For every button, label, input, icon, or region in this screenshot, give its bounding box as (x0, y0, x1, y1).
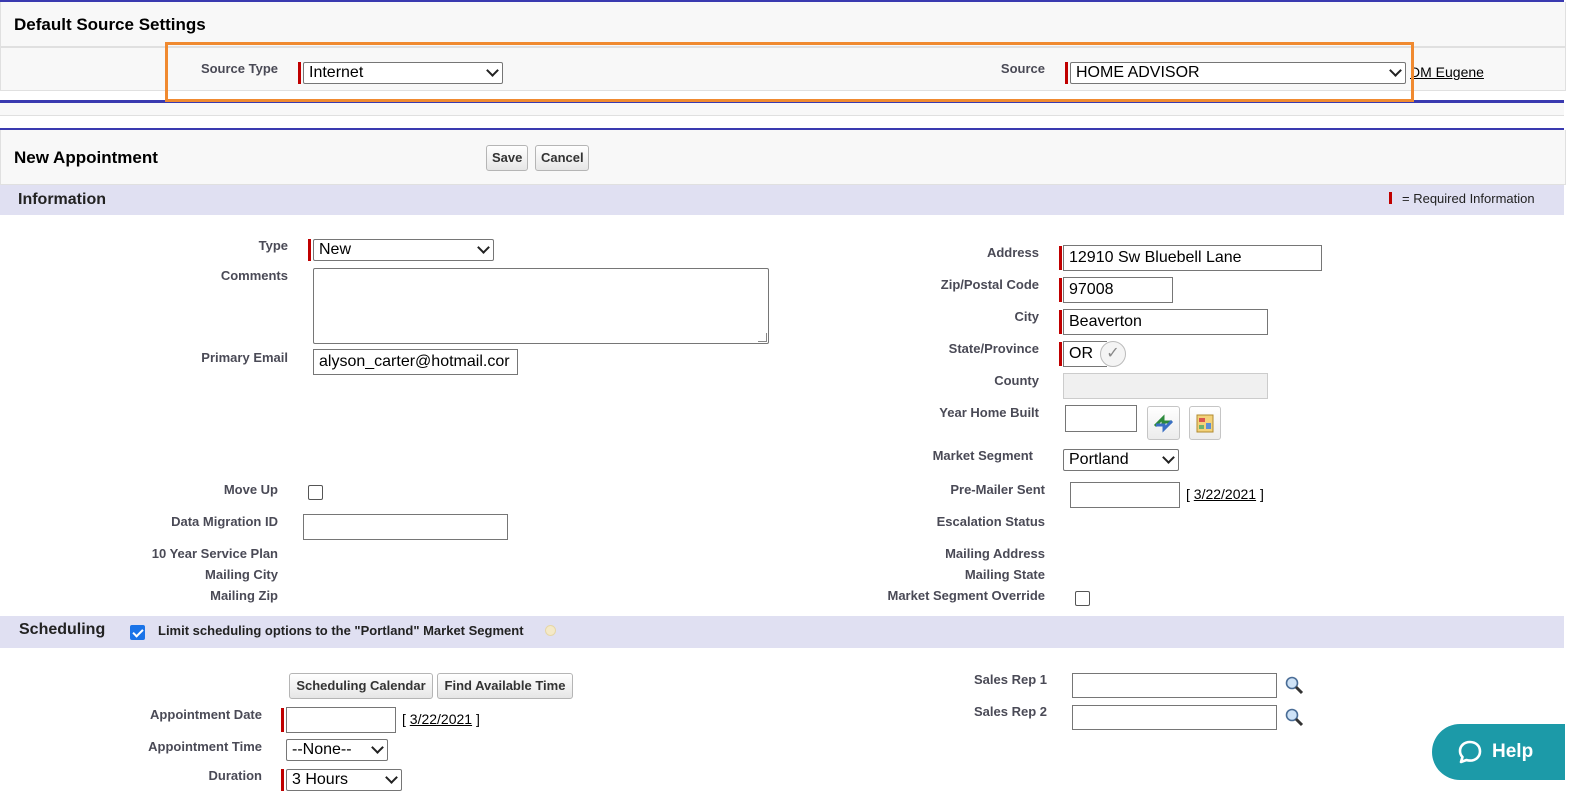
check-validate-icon[interactable]: ✓ (1100, 341, 1126, 367)
information-band (0, 185, 1564, 215)
county-label: County (994, 373, 1039, 388)
escalation-label: Escalation Status (936, 514, 1045, 529)
pre-mailer-input[interactable] (1070, 482, 1180, 508)
segment-override-label: Market Segment Override (887, 588, 1045, 603)
dm-eugene-link[interactable]: DM Eugene (1410, 64, 1484, 80)
sales-rep2-input[interactable] (1072, 705, 1277, 730)
comments-label: Comments (220, 268, 288, 283)
market-segment-label: Market Segment (932, 448, 1033, 463)
appointment-header (0, 130, 1566, 185)
info-icon[interactable] (545, 625, 556, 636)
duration-value: 3 Hours (292, 771, 349, 788)
magnifier-icon (1285, 676, 1304, 695)
default-source-footer (0, 103, 1564, 116)
sales-rep1-lookup-icon[interactable] (1284, 675, 1304, 698)
pre-mailer-label: Pre-Mailer Sent (950, 482, 1045, 497)
required-marker (1059, 342, 1062, 366)
chevron-down-icon (477, 241, 490, 254)
required-marker (281, 769, 284, 791)
required-marker (1059, 278, 1062, 302)
property-map-icon (1196, 414, 1214, 433)
required-marker (1389, 192, 1392, 204)
chevron-down-icon (371, 741, 384, 754)
page-title: New Appointment (14, 148, 158, 167)
segment-override-checkbox[interactable] (1075, 591, 1090, 606)
find-available-time-button[interactable]: Find Available Time (437, 673, 573, 699)
county-input (1063, 373, 1268, 399)
limit-scheduling-checkbox[interactable] (130, 625, 145, 640)
sync-icon-button[interactable] (1147, 406, 1180, 440)
market-segment-select[interactable]: Portland (1063, 449, 1179, 471)
chevron-down-icon (385, 771, 398, 784)
zip-label: Zip/Postal Code (940, 277, 1039, 292)
type-select[interactable]: New (313, 239, 494, 261)
sales-rep1-input[interactable] (1072, 673, 1277, 698)
data-migration-label: Data Migration ID (171, 514, 278, 529)
data-migration-input[interactable] (303, 514, 508, 540)
move-up-label: Move Up (223, 482, 278, 497)
appt-time-value: --None-- (292, 741, 352, 758)
pre-mailer-date-link[interactable]: [ 3/22/2021 ] (1186, 486, 1264, 502)
information-title: Information (18, 191, 106, 208)
magnifier-icon (1285, 708, 1304, 727)
mailing-city-label: Mailing City (205, 567, 278, 582)
appt-time-select[interactable]: --None-- (286, 739, 388, 761)
sales-rep2-label: Sales Rep 2 (974, 704, 1047, 719)
required-note: = Required Information (1402, 191, 1535, 206)
appt-date-link[interactable]: [ 3/22/2021 ] (402, 711, 480, 727)
duration-select[interactable]: 3 Hours (286, 769, 402, 791)
chat-bubble-icon (1458, 740, 1482, 764)
scheduling-title: Scheduling (19, 621, 106, 638)
zip-input[interactable]: 97008 (1063, 277, 1173, 303)
type-label: Type (258, 238, 288, 253)
help-button[interactable]: Help (1432, 724, 1565, 780)
cancel-button[interactable]: Cancel (535, 145, 589, 171)
save-button[interactable]: Save (486, 145, 528, 171)
resize-handle-icon[interactable] (758, 333, 767, 342)
state-label: State/Province (948, 341, 1039, 356)
year-built-input[interactable] (1065, 405, 1137, 432)
limit-scheduling-label: Limit scheduling options to the "Portlan… (158, 623, 524, 638)
mailing-address-label: Mailing Address (945, 546, 1045, 561)
sales-rep2-lookup-icon[interactable] (1284, 707, 1304, 730)
market-segment-value: Portland (1069, 451, 1129, 468)
required-marker (1059, 246, 1062, 270)
default-source-title: Default Source Settings (14, 15, 206, 34)
year-built-label: Year Home Built (939, 405, 1039, 420)
required-marker (1059, 310, 1062, 334)
sync-arrows-icon (1153, 414, 1174, 433)
address-input[interactable]: 12910 Sw Bluebell Lane (1063, 245, 1322, 271)
chevron-down-icon (1162, 451, 1175, 464)
appt-date-input[interactable] (286, 707, 396, 733)
primary-email-input[interactable]: alyson_carter@hotmail.cor (313, 349, 518, 375)
appt-time-label: Appointment Time (148, 739, 262, 754)
city-label: City (1014, 309, 1039, 324)
city-input[interactable]: Beaverton (1063, 309, 1268, 335)
type-value: New (319, 241, 352, 258)
mailing-state-label: Mailing State (964, 567, 1045, 582)
comments-textarea[interactable] (313, 268, 769, 344)
sales-rep1-label: Sales Rep 1 (974, 672, 1047, 687)
required-marker (281, 708, 284, 732)
required-marker (308, 239, 311, 261)
appt-date-label: Appointment Date (150, 707, 262, 722)
default-source-header (0, 2, 1566, 47)
service-plan-label: 10 Year Service Plan (151, 546, 278, 561)
property-lookup-button[interactable] (1189, 406, 1221, 440)
duration-label: Duration (208, 768, 262, 783)
highlight-box (165, 42, 1414, 102)
move-up-checkbox[interactable] (308, 485, 323, 500)
address-label: Address (986, 245, 1039, 260)
help-label: Help (1492, 741, 1534, 762)
scheduling-calendar-button[interactable]: Scheduling Calendar (289, 673, 433, 699)
mailing-zip-label: Mailing Zip (210, 588, 278, 603)
primary-email-label: Primary Email (201, 350, 288, 365)
